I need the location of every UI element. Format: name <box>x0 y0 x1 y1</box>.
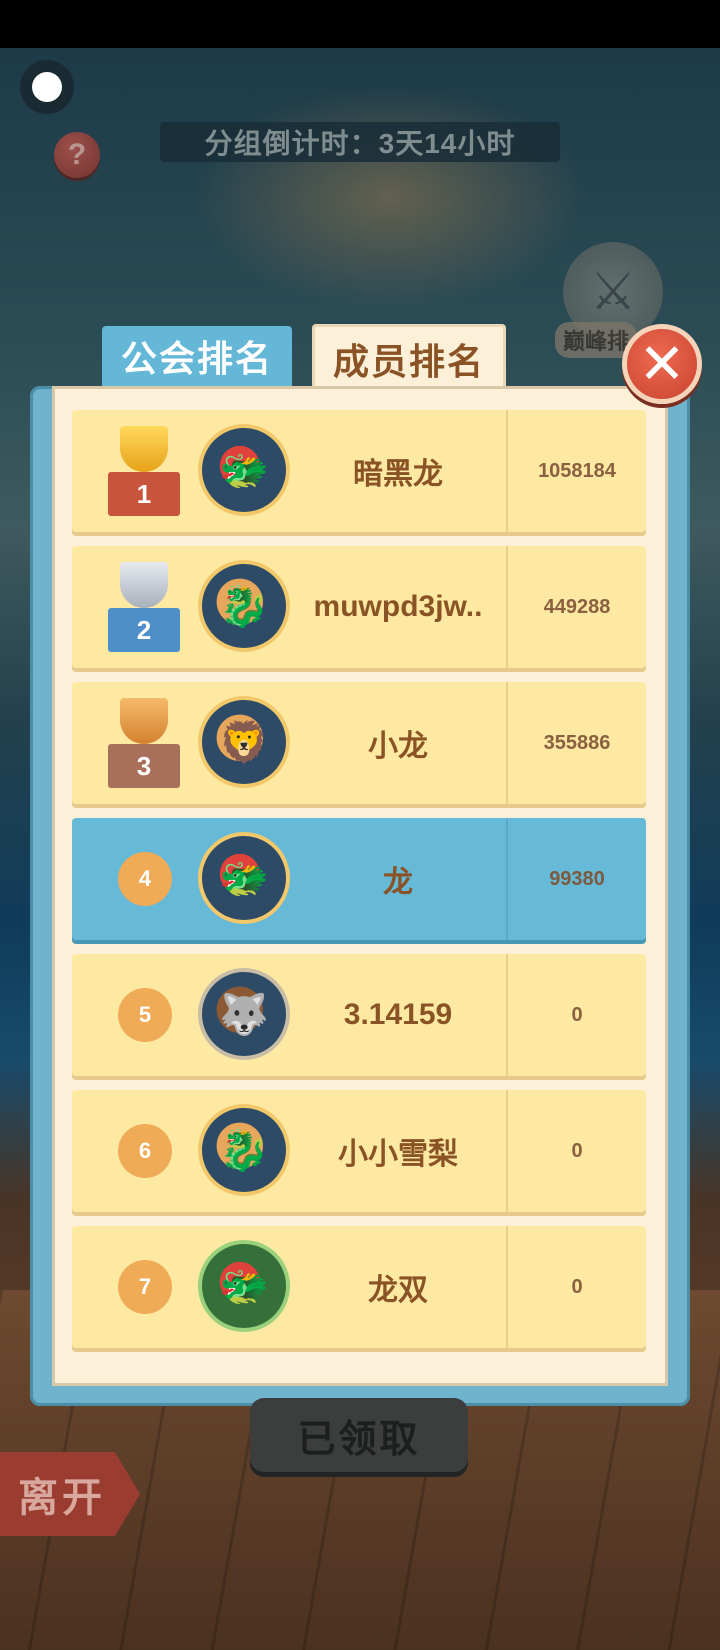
group-countdown: 分组倒计时：3天14小时 <box>160 122 560 162</box>
ranking-row-self[interactable]: 4 🐲 龙 99380 <box>72 818 646 940</box>
ranking-row[interactable]: 1 🐲 暗黑龙 1058184 <box>72 410 646 532</box>
avatar: 🐺 <box>198 968 290 1060</box>
avatar: 🦁 <box>198 696 290 788</box>
avatar: 🐉 <box>198 560 290 652</box>
ranking-row[interactable]: 2 🐉 muwpd3jw.. 449288 <box>72 546 646 668</box>
rank-badge: 5 <box>118 988 172 1042</box>
member-score: 355886 <box>543 731 611 754</box>
circle-icon <box>32 72 62 102</box>
avatar: 🐲 <box>198 832 290 924</box>
member-score: 0 <box>571 1275 583 1298</box>
member-name: 3.14159 <box>343 998 453 1031</box>
bronze-trophy-icon: 3 <box>108 698 180 788</box>
avatar: 🐲 <box>198 1240 290 1332</box>
member-score: 1058184 <box>538 459 616 482</box>
member-name: 龙 <box>383 866 413 899</box>
help-button[interactable]: ? <box>54 132 100 178</box>
member-name: 龙双 <box>368 1274 428 1307</box>
member-score: 0 <box>571 1139 583 1162</box>
ranking-row[interactable]: 6 🐉 小小雪梨 0 <box>72 1090 646 1212</box>
status-bar <box>0 0 720 48</box>
tab-member-ranking[interactable]: 成员排名 <box>312 324 506 390</box>
tab-guild-ranking[interactable]: 公会排名 <box>102 326 292 386</box>
member-name: 小小雪梨 <box>338 1138 458 1171</box>
member-name: muwpd3jw.. <box>313 590 483 623</box>
avatar: 🐲 <box>198 424 290 516</box>
ranking-row[interactable]: 7 🐲 龙双 0 <box>72 1226 646 1348</box>
leave-button[interactable]: 离开 <box>0 1452 140 1536</box>
rank-badge: 7 <box>118 1260 172 1314</box>
avatar: 🐉 <box>198 1104 290 1196</box>
rank-badge: 6 <box>118 1124 172 1178</box>
member-score: 99380 <box>549 867 605 890</box>
silver-trophy-icon: 2 <box>108 562 180 652</box>
member-name: 暗黑龙 <box>353 458 443 491</box>
home-button[interactable] <box>20 60 74 114</box>
member-name: 小龙 <box>368 730 428 763</box>
gold-trophy-icon: 1 <box>108 426 180 516</box>
ranking-row[interactable]: 5 🐺 3.14159 0 <box>72 954 646 1076</box>
rank-badge: 4 <box>118 852 172 906</box>
close-button[interactable]: ✕ <box>622 324 702 404</box>
ranking-row[interactable]: 3 🦁 小龙 355886 <box>72 682 646 804</box>
member-score: 449288 <box>543 595 611 618</box>
member-score: 0 <box>571 1003 583 1026</box>
ranking-list: 1 🐲 暗黑龙 1058184 2 🐉 muwpd3jw.. 449288 3 … <box>72 410 646 1362</box>
claimed-button[interactable]: 已领取 <box>250 1398 468 1472</box>
